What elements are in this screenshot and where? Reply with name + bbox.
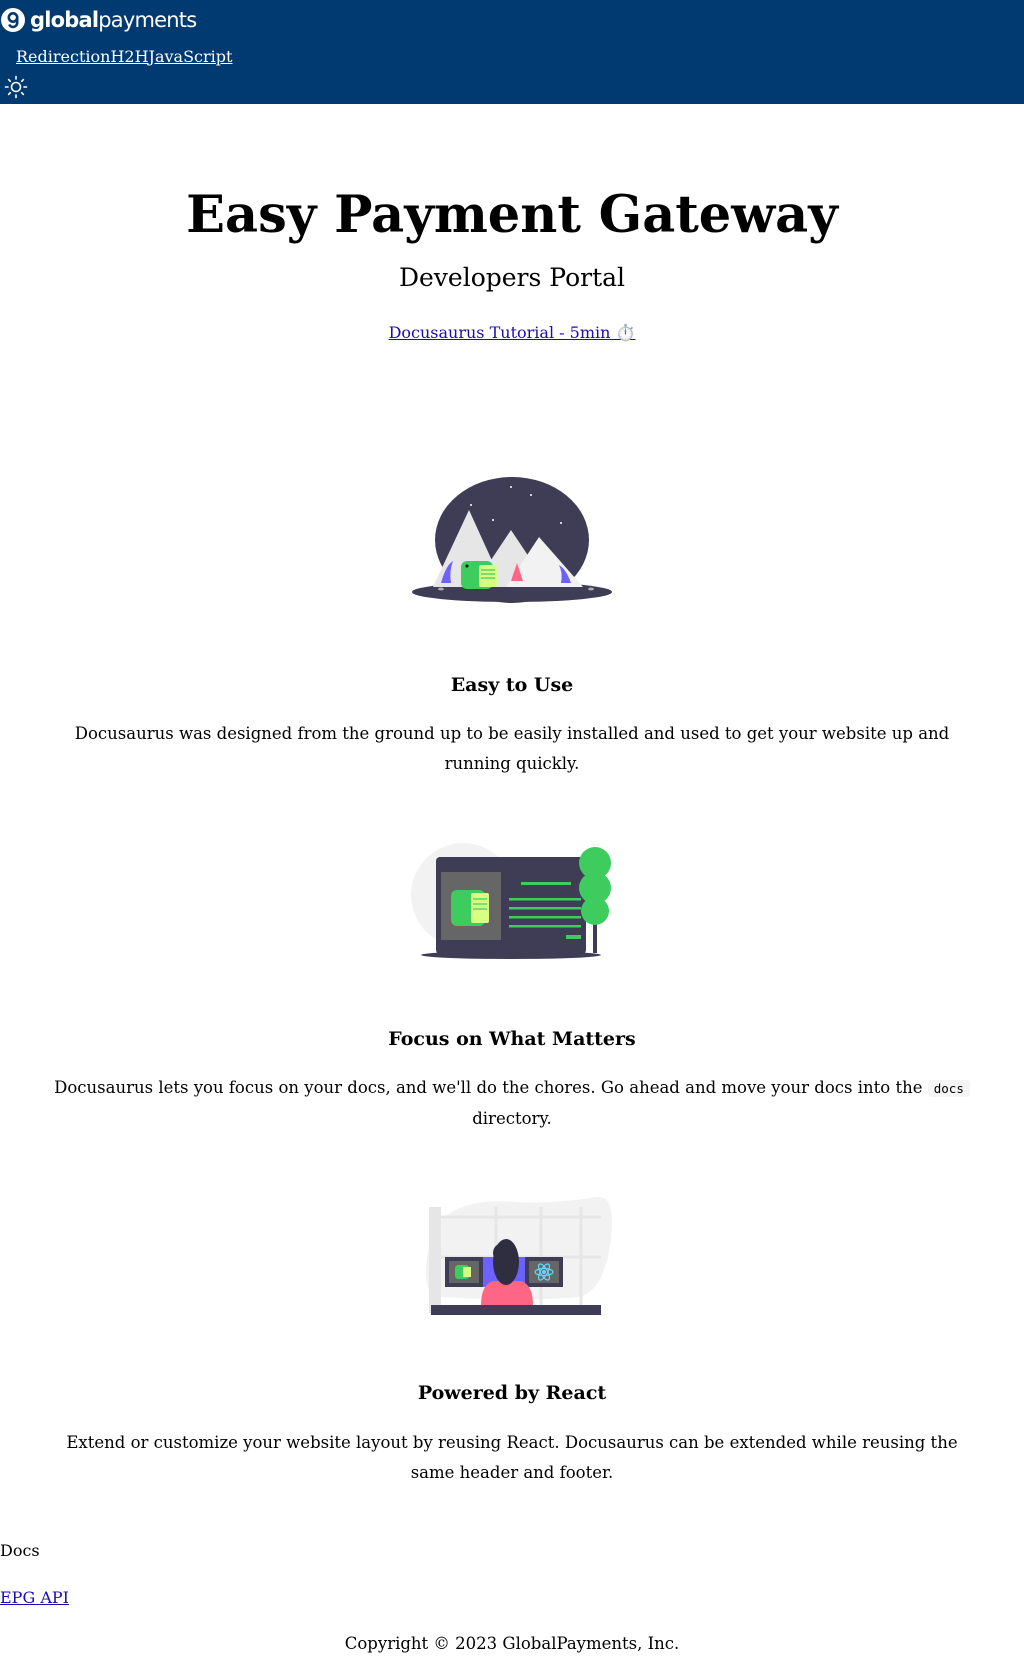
footer-links: EPG API: [0, 1587, 69, 1609]
navbar: globalpayments RedirectionH2HJavaScript: [0, 0, 1024, 104]
hero-title: Easy Payment Gateway: [186, 185, 838, 245]
mountain-illustration: [412, 477, 612, 603]
copyright: Copyright © 2023 GlobalPayments, Inc.: [344, 1634, 680, 1653]
logo-wordmark: globalpayments: [30, 8, 197, 32]
feature-text-react: Extend or customize your website layout …: [66, 1433, 958, 1482]
nav-links: RedirectionH2HJavaScript: [16, 46, 232, 68]
docs-code: docs: [927, 1080, 970, 1097]
nav-link-redirection[interactable]: Redirection: [16, 47, 110, 66]
nav-link-javascript[interactable]: JavaScript: [149, 47, 233, 66]
feature-text-focus: Docusaurus lets you focus on your docs, …: [44, 1073, 980, 1134]
feature-title-focus: Focus on What Matters: [388, 1028, 636, 1050]
feature-text-easy: Docusaurus was designed from the ground …: [74, 724, 950, 773]
sun-icon[interactable]: [4, 75, 28, 99]
footer-link-epg-api[interactable]: EPG API: [0, 1588, 69, 1607]
nav-link-h2h[interactable]: H2H: [110, 47, 148, 66]
feature-title-easy: Easy to Use: [450, 674, 574, 696]
footer-docs-title: Docs: [0, 1541, 40, 1560]
hero-cta: Docusaurus Tutorial - 5min ⏱️: [0, 322, 1024, 344]
tree-illustration: [411, 843, 611, 959]
feature-title-react: Powered by React: [417, 1382, 607, 1404]
tutorial-link[interactable]: Docusaurus Tutorial - 5min ⏱️: [389, 323, 636, 342]
globalpayments-logo[interactable]: globalpayments: [0, 7, 197, 33]
g-logo-icon: [1, 8, 25, 32]
react-illustration: [426, 1197, 612, 1315]
hero-subtitle: Developers Portal: [398, 263, 626, 292]
